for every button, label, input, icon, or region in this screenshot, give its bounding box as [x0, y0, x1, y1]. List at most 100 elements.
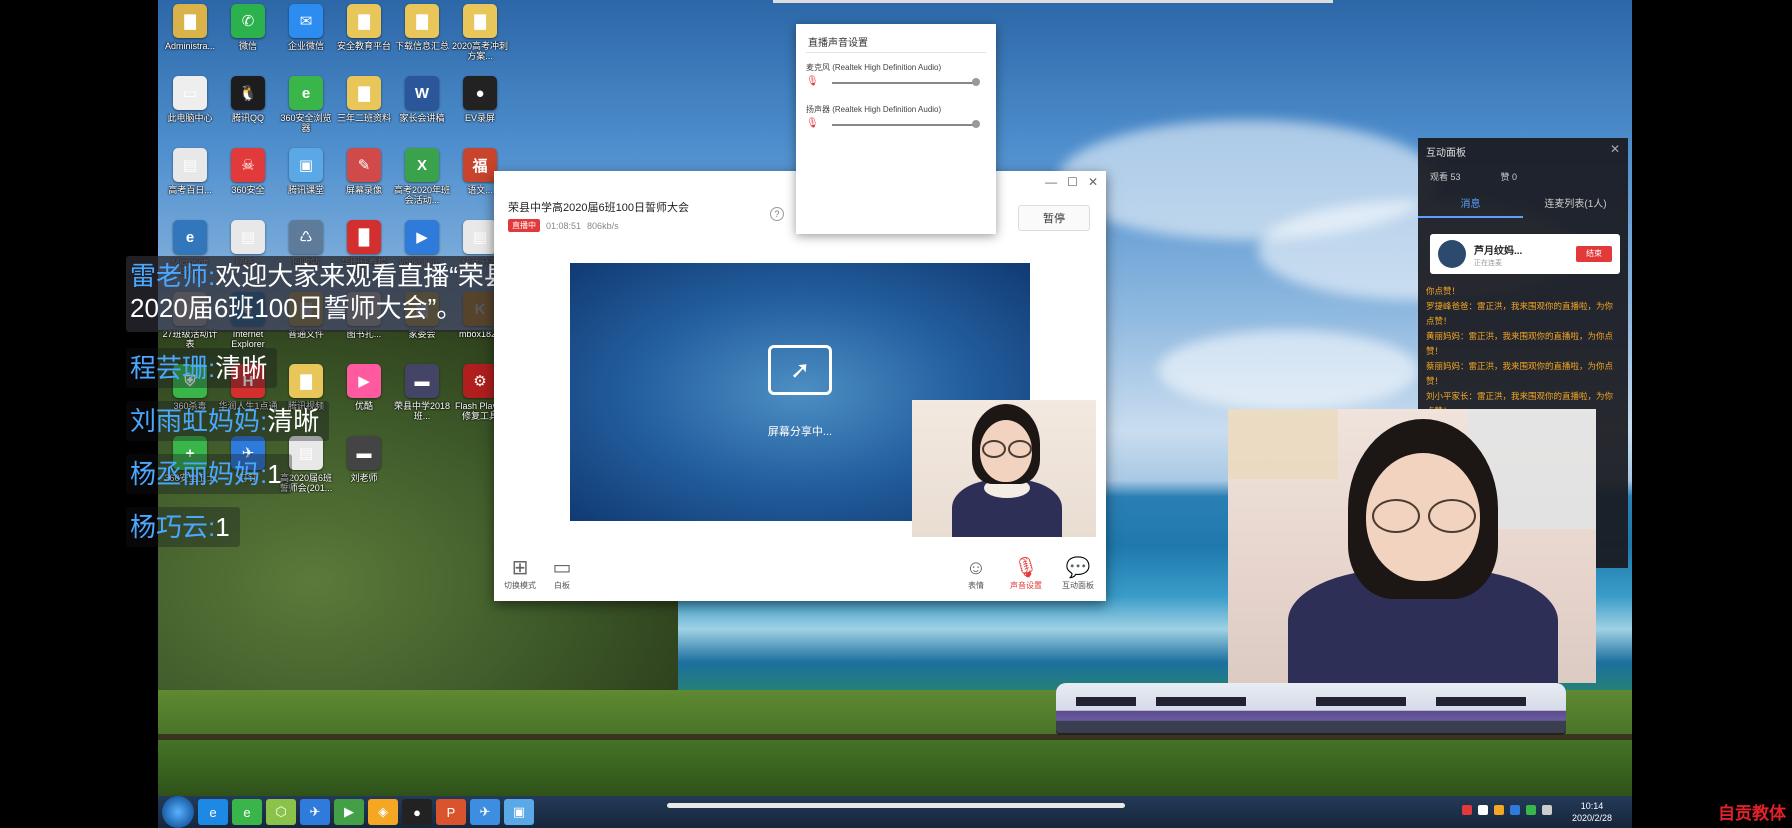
desktop-icon[interactable]: ▇ 安全教育平台: [336, 4, 392, 68]
avatar: [1438, 240, 1466, 268]
desktop-icon[interactable]: ▇ 2020高考冲刺方案...: [452, 4, 508, 68]
whiteboard-tool[interactable]: ▭ 白板: [542, 556, 582, 591]
minimize-icon[interactable]: —: [1045, 175, 1057, 189]
tool-label: 互动面板: [1062, 581, 1094, 590]
interaction-panel-tool[interactable]: 💬 互动面板: [1058, 556, 1098, 591]
close-icon[interactable]: ✕: [1088, 175, 1098, 189]
desktop-icon-glyph: ▇: [347, 4, 381, 38]
chat-overlay-text: 清晰: [215, 353, 268, 383]
desktop-icon[interactable]: ▬ 刘老师: [336, 436, 392, 500]
desktop-icon-label: 27班级活动计表: [162, 329, 218, 349]
desktop-icon[interactable]: 🐧 腾讯QQ: [220, 76, 276, 140]
close-icon[interactable]: ✕: [1610, 142, 1620, 156]
desktop-icon-glyph: ▤: [231, 220, 265, 254]
emoji-tool[interactable]: ☺ 表情: [956, 556, 996, 591]
bag-icon[interactable]: ◈: [368, 799, 398, 825]
desktop-icon-label: 刘老师: [350, 473, 378, 483]
desktop-icon[interactable]: W 家长会讲稿: [394, 76, 450, 140]
desktop-icon-glyph: W: [405, 76, 439, 110]
tray-icon[interactable]: [1462, 805, 1472, 815]
desktop-icon[interactable]: ✆ 微信: [220, 4, 276, 68]
desktop-icon[interactable]: ▇ 下载信息汇总: [394, 4, 450, 68]
desktop-icon-label: Internet Explorer: [231, 329, 265, 349]
desktop-icon[interactable]: X 高考2020年班会活动...: [394, 148, 450, 212]
desktop-icon[interactable]: ▤ 高考百日...: [162, 148, 218, 212]
360-browser-icon[interactable]: e: [232, 799, 262, 825]
desktop-icon[interactable]: ▇ 三年二班资料: [336, 76, 392, 140]
mic-icon: 🎙: [1013, 557, 1039, 579]
chat-message: 你点赞！: [1426, 286, 1461, 296]
desktop-icon[interactable]: ▭ 此电脑中心: [162, 76, 218, 140]
brand-watermark: 自贡教体: [1718, 804, 1786, 823]
box-icon[interactable]: ⬡: [266, 799, 296, 825]
desktop-icon[interactable]: ▬ 荣县中学2018班...: [394, 364, 450, 428]
tray-icon[interactable]: [1510, 805, 1520, 815]
audio-settings-tool[interactable]: 🎙 声音设置: [1006, 556, 1046, 591]
tab-mic-list[interactable]: 连麦列表(1人): [1523, 194, 1628, 218]
desktop-icon[interactable]: ▣ 腾讯课堂: [278, 148, 334, 212]
chat-message-list: 你点赞！ 罗捷峰爸爸：雷正洪，我来围观你的直播啦，为你点赞！ 黄丽妈妈：雷正洪，…: [1426, 284, 1620, 419]
desktop-icon-glyph: ▶: [405, 220, 439, 254]
desktop-icon-glyph: ▬: [405, 364, 439, 398]
chat-overlay-text: 1: [215, 512, 230, 542]
chat-overlay-message: 杨丞丽妈妈:1: [126, 454, 292, 494]
dingtalk-icon[interactable]: ✈: [470, 799, 500, 825]
top-window-edge: [773, 0, 1333, 3]
tray-icon[interactable]: [1478, 805, 1488, 815]
clock[interactable]: 10:14 2020/2/28: [1572, 800, 1612, 824]
desktop-icon-glyph: ▇: [405, 4, 439, 38]
desktop-icon[interactable]: ● EV录屏: [452, 76, 508, 140]
mic-user-status: 正在连麦: [1474, 260, 1502, 267]
speaker-volume-handle[interactable]: [972, 120, 980, 128]
teacher-camera-large: [1228, 409, 1596, 683]
feather-icon[interactable]: ✈: [300, 799, 330, 825]
live-status-badge: 直播中: [508, 219, 540, 232]
desktop-icon-glyph: ●: [463, 76, 497, 110]
desktop-icon[interactable]: ▇ Administra...: [162, 4, 218, 68]
desktop-icon[interactable]: ▶ 优酷: [336, 364, 392, 428]
end-mic-button[interactable]: 结束: [1576, 246, 1612, 262]
volume-icon[interactable]: [1542, 805, 1552, 815]
video-progress-bar[interactable]: [667, 803, 1125, 808]
desktop-icon[interactable]: ✎ 屏幕录像: [336, 148, 392, 212]
speaker-volume-slider[interactable]: [832, 124, 976, 126]
tab-messages[interactable]: 消息: [1418, 194, 1523, 218]
chat-overlay-message: 刘雨虹妈妈:清晰: [126, 401, 330, 441]
tray-icon[interactable]: [1494, 805, 1504, 815]
ev-icon[interactable]: ●: [402, 799, 432, 825]
desktop-icon-label: 三年二班资料: [336, 113, 391, 123]
mic-user-name: 芦月纹妈...: [1474, 246, 1523, 257]
help-icon[interactable]: ?: [770, 207, 784, 221]
desktop-icon-glyph: ✎: [347, 148, 381, 182]
whiteboard-icon: ▭: [552, 557, 572, 579]
maximize-icon[interactable]: ☐: [1067, 175, 1078, 189]
desktop-icon[interactable]: ✉ 企业微信: [278, 4, 334, 68]
speaker-icon[interactable]: 🎙: [806, 118, 819, 130]
desktop-icon[interactable]: e 360安全浏览器: [278, 76, 334, 140]
desktop-icon[interactable]: ☠ 360安全: [220, 148, 276, 212]
mic-volume-slider[interactable]: [832, 82, 976, 84]
speaker-row: 扬声器 (Realtek High Definition Audio) 🎙: [806, 104, 986, 138]
switch-mode-tool[interactable]: ⊞ 切换模式: [500, 556, 540, 591]
desktop-icon-label: 高考百日...: [168, 185, 212, 195]
chat-message: 罗捷峰爸爸：雷正洪，我来围观你的直播啦，为你点赞！: [1426, 301, 1614, 326]
chat-overlay-name: 刘雨虹妈妈:: [130, 406, 268, 436]
mic-volume-handle[interactable]: [972, 78, 980, 86]
mic-icon[interactable]: 🎙: [806, 76, 819, 88]
ie-icon[interactable]: e: [198, 799, 228, 825]
desktop-icon-glyph: e: [173, 220, 207, 254]
tool-label: 白板: [554, 581, 570, 590]
play-icon[interactable]: ▶: [334, 799, 364, 825]
window-controls: — ☐ ✕: [1045, 175, 1098, 189]
start-button[interactable]: [162, 796, 194, 828]
smile-icon: ☺: [965, 557, 987, 579]
desktop-icon-glyph: ▤: [173, 148, 207, 182]
tray-icon[interactable]: [1526, 805, 1536, 815]
tencent-class-icon[interactable]: ▣: [504, 799, 534, 825]
ppt-icon[interactable]: P: [436, 799, 466, 825]
audio-settings-panel: 直播声音设置 麦克风 (Realtek High Definition Audi…: [796, 24, 996, 234]
tool-label: 表情: [968, 581, 984, 590]
pause-button[interactable]: 暂停: [1018, 205, 1090, 231]
chat-icon: 💬: [1065, 557, 1091, 579]
desktop-icon-glyph: █: [347, 220, 381, 254]
